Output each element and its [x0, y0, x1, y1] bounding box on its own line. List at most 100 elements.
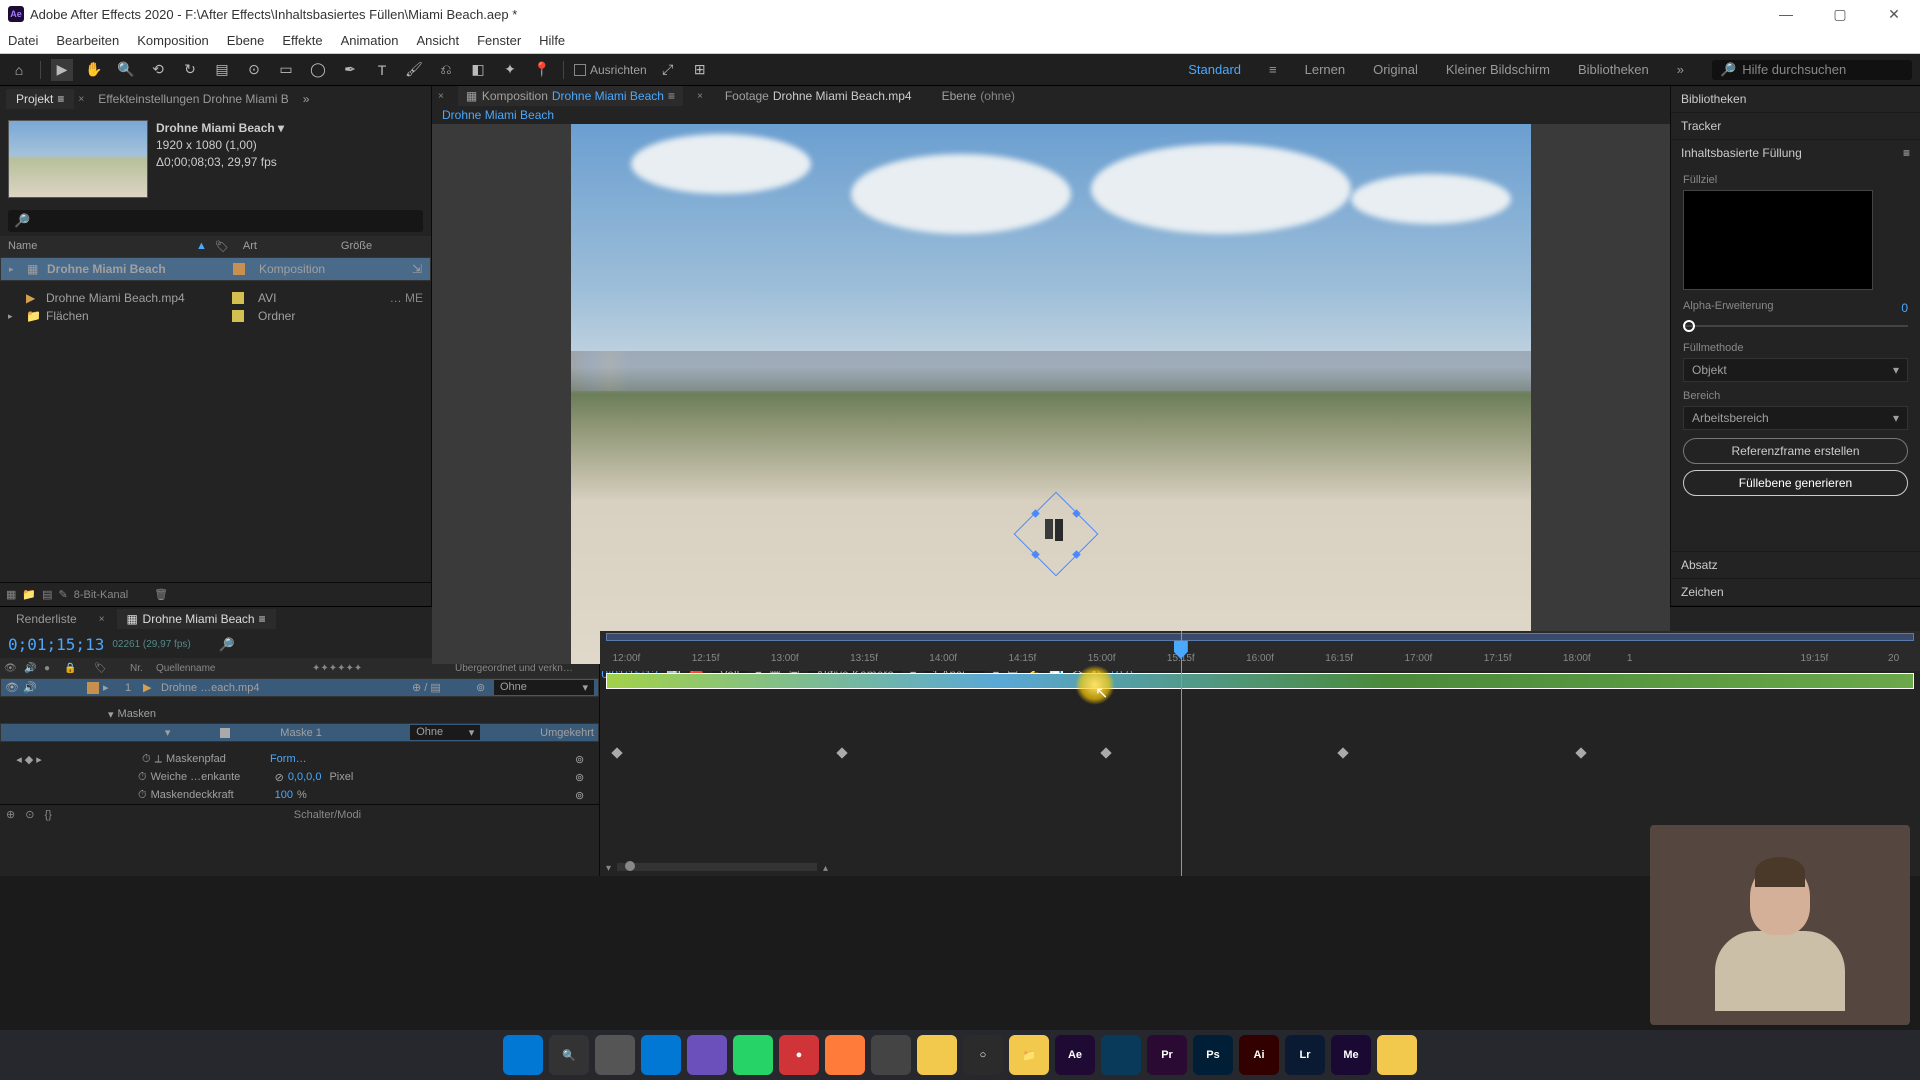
- menu-ebene[interactable]: Ebene: [227, 33, 265, 48]
- composition-viewer[interactable]: [432, 124, 1670, 664]
- help-search[interactable]: 🔎 Hilfe durchsuchen: [1712, 60, 1912, 80]
- brackets-icon[interactable]: {}: [44, 809, 51, 821]
- layer-bar-1[interactable]: [606, 673, 1914, 689]
- taskbar-app-2[interactable]: [595, 1035, 635, 1075]
- workspace-overflow-icon[interactable]: »: [1677, 62, 1684, 77]
- project-row-comp[interactable]: ▸▦ Drohne Miami Beach Komposition ⇲: [0, 257, 431, 281]
- brush-tool-icon[interactable]: 🖌: [403, 59, 425, 81]
- taskbar-app-6[interactable]: ●: [779, 1035, 819, 1075]
- panel-menu-icon[interactable]: ≡: [1903, 146, 1910, 160]
- hand-tool-icon[interactable]: ✋: [83, 59, 105, 81]
- fill-method-dropdown[interactable]: Objekt▾: [1683, 358, 1908, 382]
- roto-tool-icon[interactable]: ✦: [499, 59, 521, 81]
- minimize-button[interactable]: —: [1768, 6, 1804, 23]
- taskbar-app-7[interactable]: [825, 1035, 865, 1075]
- taskbar-app-9[interactable]: [917, 1035, 957, 1075]
- create-reference-button[interactable]: Referenzframe erstellen: [1683, 438, 1908, 464]
- taskbar-app-5[interactable]: [733, 1035, 773, 1075]
- taskbar-app-3[interactable]: [641, 1035, 681, 1075]
- interpret-icon[interactable]: ▦: [6, 588, 16, 601]
- taskbar-app-10[interactable]: ○: [963, 1035, 1003, 1075]
- align-checkbox[interactable]: Ausrichten: [574, 63, 647, 77]
- comp-name-label[interactable]: Drohne Miami Beach ▾: [156, 120, 284, 137]
- col-nr-icon[interactable]: 🏷: [94, 663, 124, 674]
- tab-effekteinstellungen[interactable]: Effekteinstellungen Drohne Miami B: [88, 89, 299, 109]
- alpha-value[interactable]: 0: [1901, 301, 1908, 315]
- tab-renderliste[interactable]: Renderliste: [6, 609, 87, 629]
- pan-behind-tool-icon[interactable]: ⊙: [243, 59, 265, 81]
- keyframe[interactable]: [1338, 747, 1349, 758]
- trash-icon[interactable]: 🗑: [154, 588, 168, 601]
- comp-icon[interactable]: ▤: [42, 588, 52, 601]
- weiche-row[interactable]: ⏱ Weiche …enkante ⊘ 0,0,0,0 Pixel ⊚: [0, 768, 599, 786]
- menu-datei[interactable]: Datei: [8, 33, 38, 48]
- generate-fill-button[interactable]: Füllebene generieren: [1683, 470, 1908, 496]
- timeline-zoom-slider[interactable]: [617, 863, 817, 871]
- zoom-out-icon[interactable]: ▾: [606, 863, 611, 874]
- work-area-bar[interactable]: [606, 633, 1914, 641]
- panel-tracker[interactable]: Tracker: [1671, 113, 1920, 139]
- type-tool-icon[interactable]: T: [371, 59, 393, 81]
- project-search[interactable]: 🔎: [8, 210, 423, 232]
- maske1-row[interactable]: ▾ Maske 1 Ohne▾ Umgekehrt: [0, 723, 599, 742]
- pen-tool-icon[interactable]: ✒: [339, 59, 361, 81]
- sort-icon[interactable]: ▲: [196, 240, 207, 253]
- maskenpfad-row[interactable]: ◂ ◆ ▸ ⏱⟂ Maskenpfad Form… ⊚: [0, 750, 599, 768]
- close-button[interactable]: ✕: [1876, 6, 1912, 23]
- zoom-tool-icon[interactable]: 🔍: [115, 59, 137, 81]
- close-tab-icon[interactable]: ×: [438, 91, 444, 102]
- puppet-tool-icon[interactable]: 📍: [531, 59, 553, 81]
- taskbar-app-11[interactable]: 📁: [1009, 1035, 1049, 1075]
- home-icon[interactable]: ⌂: [8, 59, 30, 81]
- rect-tool-icon[interactable]: ▭: [275, 59, 297, 81]
- menu-fenster[interactable]: Fenster: [477, 33, 521, 48]
- workspace-kleiner[interactable]: Kleiner Bildschirm: [1446, 62, 1550, 77]
- range-dropdown[interactable]: Arbeitsbereich▾: [1683, 406, 1908, 430]
- taskbar-app-19[interactable]: [1377, 1035, 1417, 1075]
- flowchart-breadcrumb[interactable]: Drohne Miami Beach: [432, 106, 1670, 124]
- taskbar-app-18[interactable]: Me: [1331, 1035, 1371, 1075]
- workspace-bibliotheken[interactable]: Bibliotheken: [1578, 62, 1649, 77]
- workspace-original[interactable]: Original: [1373, 62, 1418, 77]
- taskbar-app-1[interactable]: 🔍: [549, 1035, 589, 1075]
- tab-footage[interactable]: Footage Drohne Miami Beach.mp4: [717, 86, 920, 106]
- eraser-tool-icon[interactable]: ◧: [467, 59, 489, 81]
- close-tab-icon[interactable]: ×: [697, 91, 703, 102]
- tab-projekt[interactable]: Projekt≡: [6, 89, 74, 109]
- clone-tool-icon[interactable]: ⎌: [435, 59, 457, 81]
- menu-hilfe[interactable]: Hilfe: [539, 33, 565, 48]
- taskbar-app-17[interactable]: Lr: [1285, 1035, 1325, 1075]
- taskbar-app-15[interactable]: Ps: [1193, 1035, 1233, 1075]
- zoom-in-icon[interactable]: ▴: [823, 863, 828, 874]
- keyframe[interactable]: [1575, 747, 1586, 758]
- timeline-search[interactable]: 🔎: [219, 637, 235, 653]
- close-tab-icon[interactable]: ×: [99, 614, 105, 625]
- settings-icon[interactable]: ✎: [59, 588, 68, 601]
- frame-blend-icon[interactable]: ⊕: [6, 808, 15, 821]
- taskbar-app-16[interactable]: Ai: [1239, 1035, 1279, 1075]
- tab-timeline-comp[interactable]: ▦Drohne Miami Beach≡: [117, 609, 276, 629]
- ellipse-tool-icon[interactable]: ◯: [307, 59, 329, 81]
- folder-icon[interactable]: 📁: [22, 588, 36, 601]
- taskbar-app-0[interactable]: [503, 1035, 543, 1075]
- label-col-icon[interactable]: 🏷: [215, 240, 235, 253]
- taskbar-app-13[interactable]: [1101, 1035, 1141, 1075]
- taskbar-app-14[interactable]: Pr: [1147, 1035, 1187, 1075]
- selection-tool-icon[interactable]: ▶: [51, 59, 73, 81]
- tab-ebene[interactable]: Ebene (ohne): [934, 86, 1023, 106]
- comp-thumbnail[interactable]: [8, 120, 148, 198]
- menu-effekte[interactable]: Effekte: [282, 33, 322, 48]
- taskbar-app-4[interactable]: [687, 1035, 727, 1075]
- snap2-icon[interactable]: ⊞: [689, 59, 711, 81]
- keyframe[interactable]: [1100, 747, 1111, 758]
- menu-ansicht[interactable]: Ansicht: [416, 33, 459, 48]
- snap-icon[interactable]: ⤢: [657, 59, 679, 81]
- project-row-folder[interactable]: ▸📁 Flächen Ordner: [0, 307, 431, 325]
- keyframe[interactable]: [612, 747, 623, 758]
- panel-zeichen[interactable]: Zeichen: [1671, 579, 1920, 605]
- time-ruler[interactable]: 12:00f 12:15f 13:00f 13:15f 14:00f 14:15…: [600, 631, 1920, 671]
- close-tab-icon[interactable]: ×: [78, 94, 84, 105]
- workspace-standard[interactable]: Standard: [1188, 62, 1241, 77]
- keyframe[interactable]: [836, 747, 847, 758]
- menu-komposition[interactable]: Komposition: [137, 33, 209, 48]
